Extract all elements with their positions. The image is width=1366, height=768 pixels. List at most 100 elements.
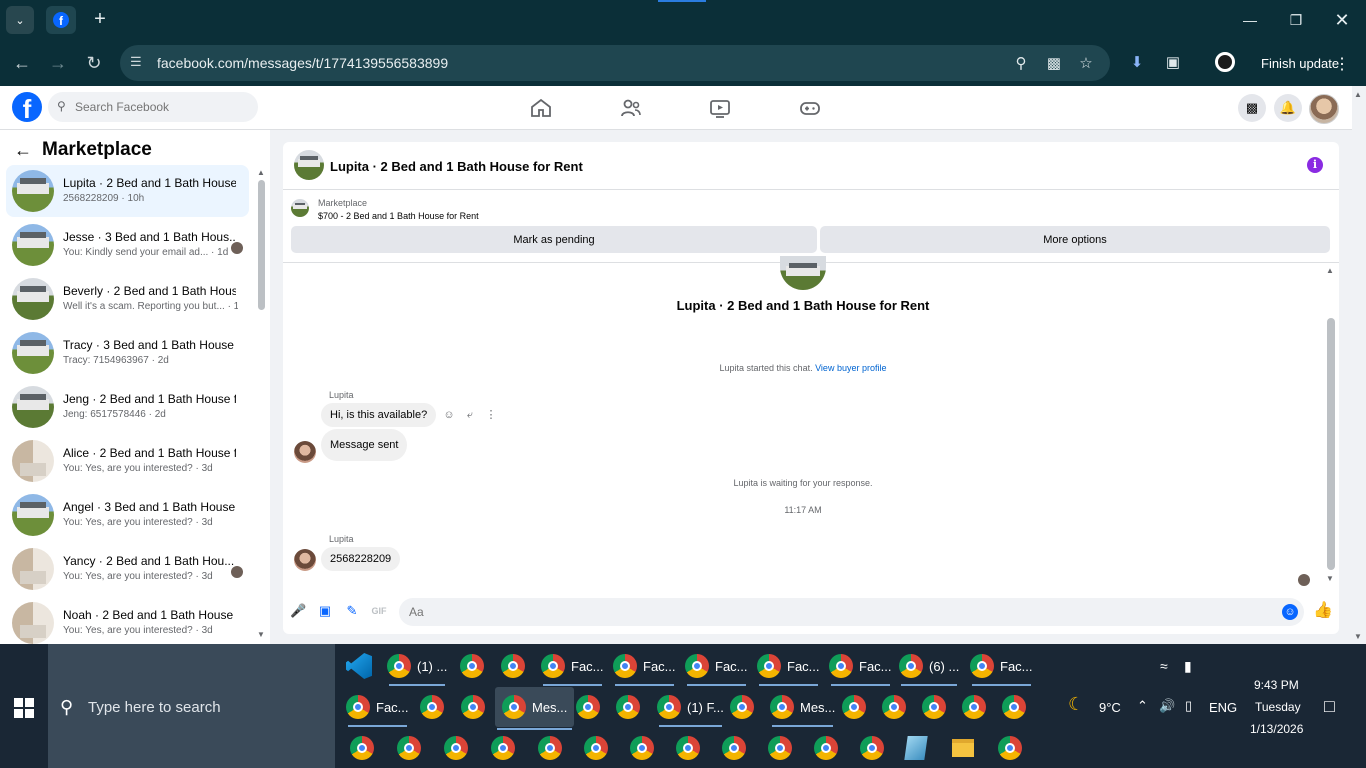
chat-scroll-down-arrow[interactable]: ▼ xyxy=(1326,574,1334,583)
chrome-taskbar-item[interactable]: Fac... xyxy=(685,649,748,686)
chrome-taskbar-item[interactable] xyxy=(676,731,700,765)
back-arrow-icon[interactable]: ← xyxy=(14,140,32,161)
chrome-taskbar-item[interactable] xyxy=(630,731,654,765)
chrome-taskbar-item[interactable]: Fac... xyxy=(613,649,676,686)
chrome-taskbar-item[interactable] xyxy=(998,731,1022,765)
conversation-item[interactable]: Angel · 3 Bed and 1 Bath House... You: Y… xyxy=(6,489,249,541)
close-window-button[interactable]: ✕ xyxy=(1330,8,1354,32)
chrome-taskbar-item[interactable]: (6) ... xyxy=(899,649,959,686)
install-app-icon[interactable]: ▩ xyxy=(1043,53,1065,75)
notifications-icon[interactable]: 🔔 xyxy=(1274,94,1302,122)
search-input[interactable] xyxy=(75,92,250,122)
vscode-taskbar-icon[interactable] xyxy=(346,649,372,683)
back-button[interactable]: ← xyxy=(9,50,35,76)
scroll-down-arrow[interactable]: ▼ xyxy=(257,630,265,639)
clock-date[interactable]: 1/13/2026 xyxy=(1250,722,1303,736)
page-scroll-up-arrow[interactable]: ▲ xyxy=(1354,90,1362,99)
conversation-item[interactable]: Tracy · 3 Bed and 1 Bath House ... Tracy… xyxy=(6,327,249,379)
sidebar-scrollbar[interactable] xyxy=(258,180,265,310)
conversation-item[interactable]: Alice · 2 Bed and 1 Bath House f... You:… xyxy=(6,435,249,487)
message-bubble[interactable]: Hi, is this available? xyxy=(321,403,437,427)
more-actions-icon[interactable]: ⋮ xyxy=(484,408,498,422)
photo-icon[interactable]: ▣ xyxy=(317,603,333,619)
sender-avatar[interactable] xyxy=(294,441,316,463)
message-input-box[interactable]: ☺ xyxy=(399,598,1304,626)
chrome-taskbar-item[interactable]: Fac... xyxy=(829,649,892,686)
more-options-button[interactable]: More options xyxy=(820,226,1330,253)
account-avatar[interactable] xyxy=(1309,94,1339,124)
download-icon[interactable]: ⬇ xyxy=(1126,52,1148,74)
notification-center-icon[interactable]: □ xyxy=(1324,696,1335,717)
minimize-button[interactable]: — xyxy=(1238,8,1262,32)
clock-day[interactable]: Tuesday xyxy=(1255,700,1301,714)
reply-icon[interactable]: ⤶ xyxy=(463,408,477,422)
more-menu-icon[interactable]: ⋮ xyxy=(1334,54,1350,74)
gif-icon[interactable]: GIF xyxy=(371,603,387,619)
chrome-taskbar-item[interactable]: Fac... xyxy=(970,649,1033,686)
conversation-item[interactable]: Yancy · 2 Bed and 1 Bath Hou... You: Yes… xyxy=(6,543,249,595)
chrome-taskbar-item[interactable]: Mes... xyxy=(770,690,835,727)
taskbar-search[interactable]: ⚲ Type here to search xyxy=(48,644,335,768)
facebook-search[interactable]: ⚲ xyxy=(48,92,258,122)
menu-grid-icon[interactable]: ▩ xyxy=(1238,94,1266,122)
tab-search-button[interactable]: ⌄ xyxy=(6,6,34,34)
mark-as-pending-button[interactable]: Mark as pending xyxy=(291,226,817,253)
react-emoji-icon[interactable]: ☺ xyxy=(442,408,456,422)
chrome-taskbar-item[interactable] xyxy=(768,731,792,765)
clock-time[interactable]: 9:43 PM xyxy=(1254,678,1299,692)
conversation-item[interactable]: Jesse · 3 Bed and 1 Bath Hous... You: Ki… xyxy=(6,219,249,271)
friends-icon[interactable] xyxy=(619,96,643,120)
facebook-logo[interactable]: f xyxy=(12,92,42,122)
new-tab-button[interactable]: + xyxy=(88,8,112,32)
network-icon[interactable]: ≈ xyxy=(1160,658,1168,674)
volume-icon[interactable]: 🔊 xyxy=(1159,698,1175,714)
url-text[interactable]: facebook.com/messages/t/1774139556583899 xyxy=(157,55,448,71)
conversation-item[interactable]: Beverly · 2 Bed and 1 Bath Hous... Well … xyxy=(6,273,249,325)
chrome-taskbar-item[interactable] xyxy=(538,731,562,765)
battery-icon[interactable]: ▮ xyxy=(1184,658,1192,675)
microphone-icon[interactable]: 🎤 xyxy=(290,603,306,619)
show-hidden-icons[interactable]: ⌃ xyxy=(1137,698,1148,714)
chrome-taskbar-item[interactable] xyxy=(842,690,866,724)
chrome-taskbar-item[interactable] xyxy=(461,690,485,724)
chrome-taskbar-item[interactable]: (1) F... xyxy=(657,690,724,727)
chrome-taskbar-item[interactable] xyxy=(576,690,600,724)
chrome-taskbar-item[interactable] xyxy=(444,731,468,765)
sender-avatar[interactable] xyxy=(294,549,316,571)
view-buyer-profile-link[interactable]: View buyer profile xyxy=(815,363,886,373)
weather-temperature[interactable]: 9°C xyxy=(1099,700,1121,715)
windows-start-icon[interactable] xyxy=(14,698,34,718)
file-explorer-taskbar-icon[interactable] xyxy=(952,731,974,765)
chat-avatar[interactable] xyxy=(294,150,324,180)
chat-title[interactable]: Lupita · 2 Bed and 1 Bath House for Rent xyxy=(330,159,583,174)
emoji-icon[interactable]: ☺ xyxy=(1282,604,1298,620)
gaming-icon[interactable] xyxy=(798,96,822,120)
like-icon[interactable]: 👍 xyxy=(1313,603,1333,619)
scroll-up-arrow[interactable]: ▲ xyxy=(257,168,265,177)
chrome-taskbar-item[interactable] xyxy=(491,731,515,765)
home-icon[interactable] xyxy=(529,96,553,120)
site-settings-icon[interactable]: ☰ xyxy=(130,54,148,72)
forward-button[interactable]: → xyxy=(45,50,71,76)
chrome-taskbar-item[interactable]: Fac... xyxy=(541,649,604,686)
message-bubble[interactable]: Message sent xyxy=(321,429,408,461)
chrome-taskbar-item[interactable] xyxy=(501,649,525,683)
message-input[interactable] xyxy=(409,598,1269,626)
reload-button[interactable]: ↻ xyxy=(81,50,107,76)
address-bar[interactable]: ☰ facebook.com/messages/t/17741395565838… xyxy=(120,45,1110,81)
finish-update-button[interactable]: Finish update ⋮ xyxy=(1250,46,1358,80)
chrome-taskbar-item[interactable] xyxy=(730,690,754,724)
profile-icon[interactable] xyxy=(1215,52,1237,74)
chrome-taskbar-item-active[interactable]: Mes... xyxy=(495,687,575,730)
sticker-icon[interactable]: ✎ xyxy=(344,603,360,619)
chrome-taskbar-item[interactable] xyxy=(584,731,608,765)
page-scroll-down-arrow[interactable]: ▼ xyxy=(1354,632,1362,641)
chrome-taskbar-item[interactable] xyxy=(882,690,906,724)
facebook-tab[interactable]: f xyxy=(46,6,76,34)
chrome-taskbar-item[interactable] xyxy=(460,649,484,683)
extensions-icon[interactable]: ▣ xyxy=(1162,52,1184,74)
chrome-taskbar-item[interactable] xyxy=(962,690,986,724)
chrome-taskbar-item[interactable] xyxy=(922,690,946,724)
chrome-taskbar-item[interactable] xyxy=(420,690,444,724)
conversation-item[interactable]: Lupita · 2 Bed and 1 Bath House... 25682… xyxy=(6,165,249,217)
